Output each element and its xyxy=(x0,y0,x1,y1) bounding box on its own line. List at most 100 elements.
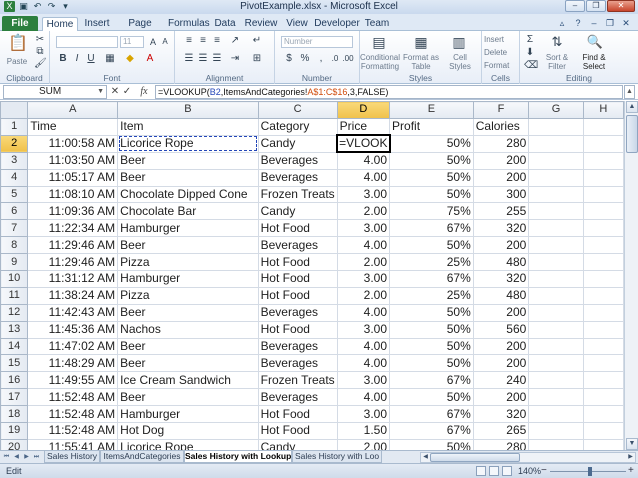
cell-c20[interactable]: Candy xyxy=(257,438,338,450)
row-header[interactable]: 5 xyxy=(0,185,29,204)
name-box-dropdown-icon[interactable]: ▼ xyxy=(97,86,104,98)
cell-d14[interactable]: 4.00 xyxy=(336,337,391,356)
cell-h17[interactable] xyxy=(582,388,624,407)
cell-h3[interactable] xyxy=(582,151,624,170)
page-layout-view-icon[interactable] xyxy=(489,466,499,476)
cell-styles-icon[interactable]: ▥ xyxy=(450,33,468,51)
cell-f10[interactable]: 320 xyxy=(472,270,530,288)
align-bottom-icon[interactable]: ≡ xyxy=(211,35,223,47)
cell-c9[interactable]: Hot Food xyxy=(257,253,338,272)
cell-g15[interactable] xyxy=(528,354,584,373)
tab-page-layout[interactable]: Page Layout xyxy=(116,17,164,42)
minimize-button[interactable]: – xyxy=(565,0,585,12)
cell-a3[interactable]: 11:03:50 AM xyxy=(27,151,119,170)
cell-e16[interactable]: 67% xyxy=(389,371,474,390)
scroll-right-arrow-icon[interactable]: ▶ xyxy=(626,453,635,462)
font-size-dropdown[interactable]: 11 xyxy=(120,36,144,48)
wrap-text-icon[interactable]: ↵ xyxy=(251,35,263,47)
cell-g8[interactable] xyxy=(528,236,584,255)
cell-e1[interactable]: Profit xyxy=(389,117,474,136)
cell-f12[interactable]: 200 xyxy=(472,303,530,322)
percent-icon[interactable]: % xyxy=(299,53,311,65)
cell-f1[interactable]: Calories xyxy=(472,117,530,136)
cell-h9[interactable] xyxy=(582,253,624,272)
cell-b6[interactable]: Chocolate Bar xyxy=(117,202,259,221)
delete-cells-button[interactable]: Delete xyxy=(484,48,518,57)
cell-c10[interactable]: Hot Food xyxy=(257,270,338,288)
align-middle-icon[interactable]: ≡ xyxy=(197,35,209,47)
tab-formulas[interactable]: Formulas xyxy=(168,17,210,31)
zoom-level[interactable]: 140% xyxy=(518,466,541,476)
scroll-up-arrow-icon[interactable]: ▲ xyxy=(626,101,638,113)
row-header[interactable]: 12 xyxy=(0,303,29,322)
comma-style-icon[interactable]: , xyxy=(315,53,327,65)
horizontal-scroll-thumb[interactable] xyxy=(430,453,520,462)
scroll-left-arrow-icon[interactable]: ◀ xyxy=(421,453,430,462)
normal-view-icon[interactable] xyxy=(476,466,486,476)
cell-c2[interactable]: Candy xyxy=(257,134,338,153)
workbook-minimize-icon[interactable]: – xyxy=(588,17,600,29)
cell-h19[interactable] xyxy=(582,422,624,440)
cell-g5[interactable] xyxy=(528,185,584,204)
vertical-scrollbar[interactable]: ▲ ▼ xyxy=(624,101,638,450)
cell-g18[interactable] xyxy=(528,405,584,424)
cell-e13[interactable]: 50% xyxy=(389,320,474,339)
tab-view[interactable]: View xyxy=(284,17,310,31)
cell-a18[interactable]: 11:52:48 AM xyxy=(27,405,119,424)
cell-d11[interactable]: 2.00 xyxy=(336,286,391,305)
cell-d3[interactable]: 4.00 xyxy=(336,151,391,170)
ribbon-minimize-icon[interactable]: ▵ xyxy=(556,17,568,29)
cell-g19[interactable] xyxy=(528,422,584,440)
column-header-c[interactable]: C xyxy=(257,101,338,119)
cell-c8[interactable]: Beverages xyxy=(257,236,338,255)
cell-b12[interactable]: Beer xyxy=(117,303,259,322)
cell-b14[interactable]: Beer xyxy=(117,337,259,356)
cell-f18[interactable]: 320 xyxy=(472,405,530,424)
worksheet-grid[interactable]: ABCDEFGH 1 Time Item Category Price Profit Cal… xyxy=(0,101,624,450)
cell-d4[interactable]: 4.00 xyxy=(336,168,391,187)
column-header-e[interactable]: E xyxy=(389,101,474,119)
cell-f16[interactable]: 240 xyxy=(472,371,530,390)
format-as-table-icon[interactable]: ▦ xyxy=(412,33,430,51)
zoom-out-icon[interactable]: − xyxy=(541,465,547,476)
cell-e6[interactable]: 75% xyxy=(389,202,474,221)
borders-icon[interactable]: ▦ xyxy=(104,53,116,65)
cancel-edit-icon[interactable]: ✕ xyxy=(110,85,120,99)
cell-d13[interactable]: 3.00 xyxy=(336,320,391,339)
maximize-button[interactable]: ❐ xyxy=(586,0,606,12)
cell-a6[interactable]: 11:09:36 AM xyxy=(27,202,119,221)
cell-f5[interactable]: 300 xyxy=(472,185,530,204)
indent-icon[interactable]: ⇥ xyxy=(229,53,241,65)
column-header-a[interactable]: A xyxy=(27,101,119,119)
workbook-restore-icon[interactable]: ❐ xyxy=(604,17,616,29)
cell-h7[interactable] xyxy=(582,219,624,238)
expand-formula-bar-icon[interactable]: ▲ xyxy=(624,85,635,99)
cell-d20[interactable]: 2.00 xyxy=(336,438,391,450)
fill-icon[interactable]: ⬇ xyxy=(524,47,536,59)
column-header-h[interactable]: H xyxy=(582,101,624,119)
align-left-icon[interactable]: ☰ xyxy=(183,53,195,65)
cell-c6[interactable]: Candy xyxy=(257,202,338,221)
cell-f15[interactable]: 200 xyxy=(472,354,530,373)
cell-a7[interactable]: 11:22:34 AM xyxy=(27,219,119,238)
cell-d6[interactable]: 2.00 xyxy=(336,202,391,221)
row-header[interactable]: 11 xyxy=(0,286,29,305)
zoom-slider-knob[interactable] xyxy=(588,467,592,476)
autosum-icon[interactable]: Σ xyxy=(524,34,536,46)
cell-e9[interactable]: 25% xyxy=(389,253,474,272)
cell-b16[interactable]: Ice Cream Sandwich xyxy=(117,371,259,390)
cell-h5[interactable] xyxy=(582,185,624,204)
cell-g2[interactable] xyxy=(528,134,584,153)
cell-d17[interactable]: 4.00 xyxy=(336,388,391,407)
row-header[interactable]: 18 xyxy=(0,405,29,424)
decrease-decimal-icon[interactable]: .00 xyxy=(342,53,354,65)
cell-a4[interactable]: 11:05:17 AM xyxy=(27,168,119,187)
column-header-d[interactable]: D xyxy=(336,101,391,119)
paste-label[interactable]: Paste xyxy=(2,57,32,66)
cell-h6[interactable] xyxy=(582,202,624,221)
currency-icon[interactable]: $ xyxy=(283,53,295,65)
cell-c3[interactable]: Beverages xyxy=(257,151,338,170)
row-header[interactable]: 3 xyxy=(0,151,29,170)
cell-g13[interactable] xyxy=(528,320,584,339)
insert-cells-button[interactable]: Insert xyxy=(484,35,518,44)
